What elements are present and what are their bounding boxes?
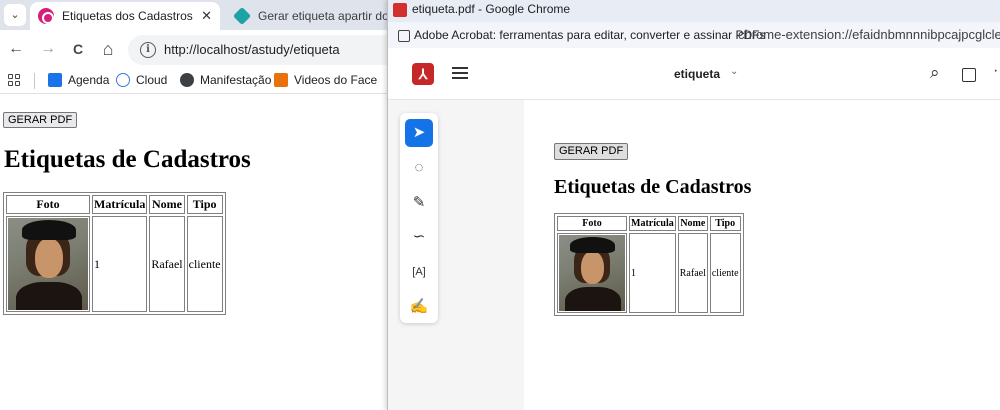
photo-cell — [557, 233, 627, 313]
window-title-bar: etiqueta.pdf - Google Chrome — [388, 0, 1000, 22]
more-options-icon[interactable]: · — [993, 62, 998, 80]
matricula-cell: 1 — [92, 216, 148, 312]
pdf-file-icon — [393, 3, 407, 17]
bookmark-label: Videos do Face — [294, 73, 378, 87]
document-name[interactable]: etiqueta — [674, 67, 720, 81]
browser-window-left: ⌄ Etiquetas dos Cadastros ✕ Gerar etique… — [0, 0, 387, 410]
matricula-cell: 1 — [629, 233, 676, 313]
acrobat-toolbar: ⅄ etiqueta ⌄ ⌕ · — [388, 48, 1000, 100]
search-icon[interactable]: ⌕ — [930, 63, 940, 83]
table-row: 1 Rafael cliente — [6, 216, 223, 312]
globe-icon — [180, 73, 194, 87]
site-info-icon[interactable]: i — [140, 42, 156, 58]
chevron-down-icon[interactable]: ⌄ — [730, 66, 738, 77]
sign-icon[interactable]: ✍ — [405, 293, 433, 321]
bookmark-label: Manifestação — [200, 73, 272, 87]
bookmark-label: Cloud — [136, 73, 168, 87]
url-text: http://localhost/astudy/etiqueta — [164, 42, 340, 57]
site-favicon-icon — [38, 8, 54, 24]
text-box-icon[interactable]: [A] — [405, 258, 433, 286]
agenda-icon — [48, 73, 62, 87]
comment-icon[interactable]: ◌ — [405, 154, 433, 182]
extension-name[interactable]: Adobe Acrobat: ferramentas para editar, … — [398, 22, 766, 48]
pdf-page-title: Etiquetas de Cadastros — [554, 176, 752, 198]
home-icon[interactable]: ⌂ — [98, 39, 118, 59]
nome-cell: Rafael — [677, 233, 708, 313]
bookmark-cloud[interactable]: Cloud — [116, 73, 167, 87]
tab-search-button[interactable]: ⌄ — [4, 4, 26, 26]
gerar-pdf-button[interactable]: GERAR PDF — [3, 112, 78, 128]
tipo-cell: cliente — [186, 216, 223, 312]
bookmarks-bar: Agenda Cloud Manifestação Videos do Face — [0, 68, 387, 94]
window-title: etiqueta.pdf - Google Chrome — [412, 2, 571, 16]
cloud-icon — [116, 73, 130, 87]
column-header: Tipo — [186, 195, 223, 214]
column-header: Nome — [149, 195, 185, 214]
extension-address-bar: Adobe Acrobat: ferramentas para editar, … — [388, 22, 1000, 48]
bookmark-agenda[interactable]: Agenda — [48, 73, 109, 87]
forward-arrow-icon[interactable]: → — [38, 39, 58, 59]
address-bar[interactable]: i http://localhost/astudy/etiqueta — [128, 35, 387, 65]
apps-grid-icon[interactable] — [8, 74, 20, 86]
bookmark-videos-face[interactable]: Videos do Face — [274, 73, 377, 87]
bookmarks-divider — [34, 73, 35, 89]
browser-window-pdf: etiqueta.pdf - Google Chrome Adobe Acrob… — [387, 0, 1000, 410]
tipo-cell: cliente — [709, 233, 741, 313]
pdf-cadastros-table: Foto Matrícula Nome Tipo 1 Rafael client… — [554, 213, 744, 316]
column-header: Foto — [557, 216, 627, 231]
column-header: Nome — [677, 216, 708, 231]
page-title: Etiquetas de Cadastros — [4, 146, 251, 173]
reload-icon[interactable]: C — [68, 39, 88, 59]
table-header-row: Foto Matrícula Nome Tipo — [557, 216, 741, 231]
acrobat-logo-icon: ⅄ — [412, 63, 434, 85]
bookmark-manifestacao[interactable]: Manifestação — [180, 73, 271, 87]
tab-title: Etiquetas dos Cadastros — [62, 9, 193, 23]
quick-tools-panel: ➤ ◌ ✎ ∽ [A] ✍ — [400, 113, 438, 323]
table-row: 1 Rafael cliente — [557, 233, 741, 313]
column-header: Foto — [6, 195, 90, 214]
select-icon[interactable]: ➤ — [405, 119, 433, 147]
web-page: GERAR PDF Etiquetas de Cadastros Foto Ma… — [0, 95, 387, 410]
column-header: Tipo — [709, 216, 741, 231]
site-favicon-icon — [232, 6, 252, 26]
draw-icon[interactable]: ✎ — [405, 189, 433, 217]
tab-etiquetas[interactable]: Etiquetas dos Cadastros ✕ — [30, 2, 220, 30]
tab-strip: ⌄ Etiquetas dos Cadastros ✕ Gerar etique… — [0, 0, 387, 30]
chevron-down-icon: ⌄ — [10, 9, 20, 21]
extension-url[interactable]: chrome-extension://efaidnbmnnnibpcajpcgl… — [738, 22, 1000, 48]
tab-gerar-etiqueta[interactable]: Gerar etiqueta apartir do ba — [226, 2, 387, 30]
nome-cell: Rafael — [149, 216, 185, 312]
column-header: Matrícula — [629, 216, 676, 231]
lasso-icon[interactable]: ∽ — [405, 223, 433, 251]
portrait-photo — [559, 235, 625, 311]
table-header-row: Foto Matrícula Nome Tipo — [6, 195, 223, 214]
gerar-pdf-button: GERAR PDF — [554, 143, 629, 160]
bookmark-label: Agenda — [68, 73, 110, 87]
pdf-document-page: GERAR PDF Etiquetas de Cadastros Foto Ma… — [524, 100, 1000, 410]
column-header: Matrícula — [92, 195, 148, 214]
cadastros-table: Foto Matrícula Nome Tipo 1 Rafael client… — [3, 192, 226, 315]
browser-toolbar: ← → C ⌂ i http://localhost/astudy/etique… — [0, 30, 387, 68]
portrait-photo — [8, 218, 88, 310]
photo-cell — [6, 216, 90, 312]
back-arrow-icon[interactable]: ← — [6, 39, 26, 59]
page-thumbnails-icon[interactable] — [962, 68, 976, 82]
facebook-icon — [274, 73, 288, 87]
tab-title: Gerar etiqueta apartir do ba — [258, 9, 387, 23]
close-tab-icon[interactable]: ✕ — [201, 8, 212, 24]
hamburger-menu-icon[interactable] — [452, 67, 468, 79]
